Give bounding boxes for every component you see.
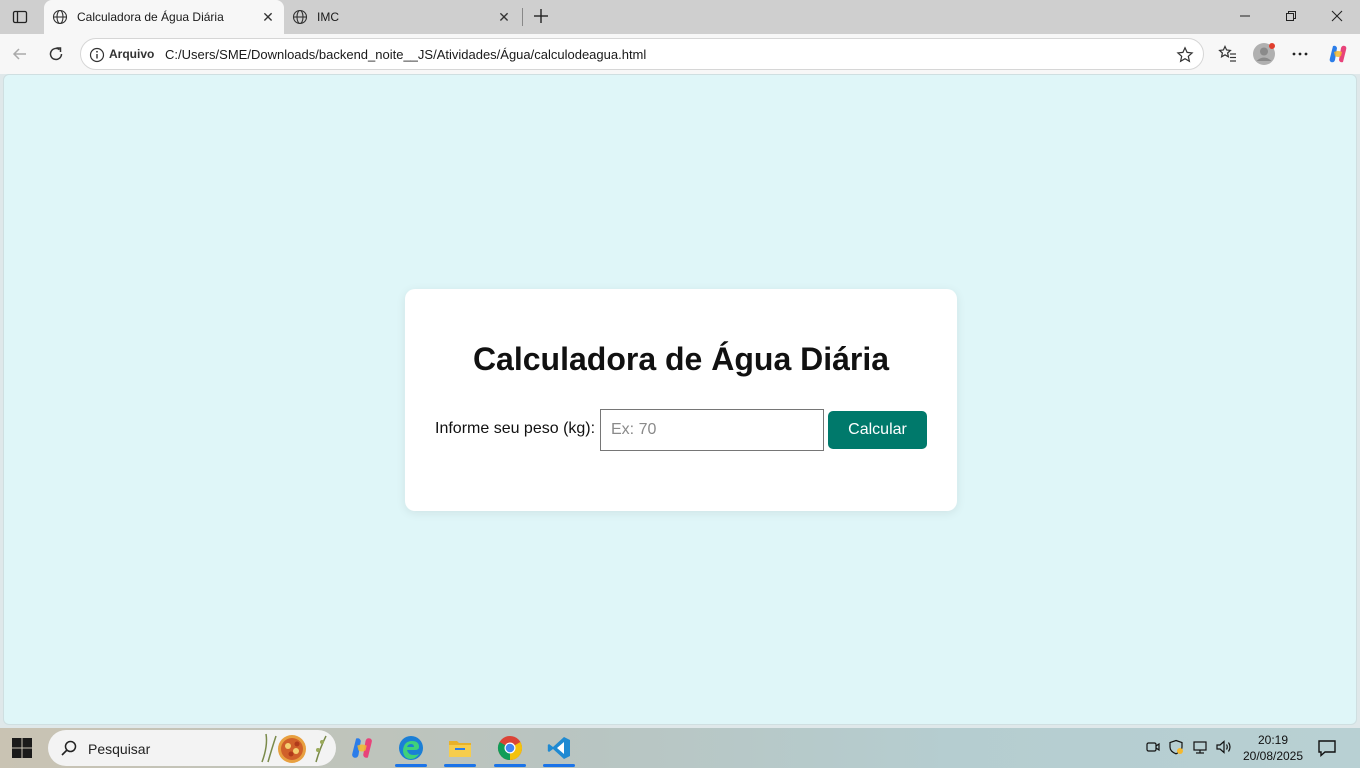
refresh-icon[interactable] [42, 40, 70, 68]
globe-icon [52, 9, 68, 25]
new-tab-icon[interactable] [530, 5, 552, 27]
running-indicator [543, 764, 575, 767]
search-placeholder: Pesquisar [88, 741, 151, 757]
scheme-label: Arquivo [109, 47, 155, 61]
more-options-icon[interactable] [1288, 42, 1312, 66]
globe-icon [292, 9, 308, 25]
clock-date: 20/08/2025 [1242, 749, 1304, 763]
search-highlight-image [261, 733, 327, 763]
close-window-icon[interactable] [1314, 0, 1360, 32]
weight-input[interactable] [600, 409, 824, 451]
calculate-button[interactable]: Calcular [828, 411, 927, 449]
taskbar: Pesquisar 20:19 20/08/2025 [0, 728, 1360, 768]
calculator-card: Calculadora de Água Diária Informe seu p… [405, 289, 957, 511]
security-shield-icon[interactable] [1167, 738, 1185, 756]
running-indicator [494, 764, 526, 767]
info-icon[interactable] [89, 47, 105, 63]
network-icon[interactable] [1191, 738, 1209, 756]
meet-now-icon[interactable] [1144, 738, 1162, 756]
url-text[interactable]: C:/Users/SME/Downloads/backend_noite__JS… [165, 47, 646, 62]
tab-title: IMC [317, 10, 339, 24]
tab-imc[interactable]: IMC ✕ [284, 0, 520, 34]
close-tab-icon[interactable]: ✕ [494, 7, 514, 27]
favorites-icon[interactable] [1216, 42, 1240, 66]
clock-time: 20:19 [1257, 733, 1289, 747]
address-bar[interactable]: Arquivo C:/Users/SME/Downloads/backend_n… [80, 38, 1204, 70]
profile-avatar-icon[interactable] [1252, 42, 1276, 66]
chrome-app-icon[interactable] [490, 732, 530, 767]
weight-label: Informe seu peso (kg): [435, 420, 596, 437]
tab-actions-icon[interactable] [8, 5, 32, 29]
favorite-star-icon[interactable] [1175, 45, 1195, 65]
page-viewport: Calculadora de Água Diária Informe seu p… [3, 74, 1357, 725]
search-icon [61, 740, 77, 756]
minimize-icon[interactable] [1222, 0, 1268, 32]
tab-divider [522, 8, 523, 26]
restore-icon[interactable] [1268, 0, 1314, 32]
system-clock[interactable]: 20:19 20/08/2025 [1240, 732, 1306, 764]
running-indicator [444, 764, 476, 767]
notification-icon[interactable] [1316, 737, 1338, 759]
tab-title: Calculadora de Água Diária [77, 10, 224, 24]
browser-toolbar: Arquivo C:/Users/SME/Downloads/backend_n… [0, 34, 1360, 74]
back-icon[interactable] [6, 40, 34, 68]
volume-icon[interactable] [1215, 738, 1233, 756]
file-explorer-app-icon[interactable] [440, 732, 480, 767]
copilot-icon[interactable] [1326, 42, 1350, 66]
tab-strip: Calculadora de Água Diária ✕ IMC ✕ [0, 0, 1360, 34]
tab-calculadora[interactable]: Calculadora de Água Diária ✕ [44, 0, 284, 34]
close-tab-icon[interactable]: ✕ [258, 7, 278, 27]
edge-app-icon[interactable] [391, 732, 431, 767]
vscode-app-icon[interactable] [539, 732, 579, 767]
windows-start-icon[interactable] [10, 736, 34, 760]
taskbar-search[interactable]: Pesquisar [48, 730, 336, 766]
running-indicator [395, 764, 427, 767]
page-title: Calculadora de Água Diária [472, 341, 890, 377]
copilot-app-icon[interactable] [342, 732, 382, 764]
